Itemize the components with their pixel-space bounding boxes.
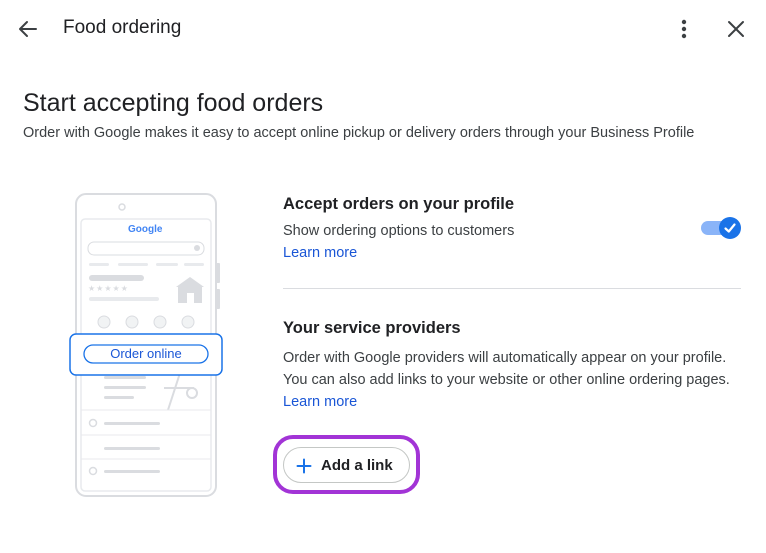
accept-orders-description: Show ordering options to customers [283,223,515,239]
illustration-order-online-label: Order online [110,346,182,361]
add-link-label: Add a link [321,457,393,474]
back-button[interactable] [12,13,44,45]
accept-orders-learn-more-link[interactable]: Learn more [283,245,357,261]
service-providers-paragraph: Order with Google providers will automat… [283,347,741,413]
close-icon [728,21,744,37]
more-options-button[interactable] [668,13,700,45]
service-providers-title: Your service providers [283,319,461,337]
check-icon [724,223,736,233]
illustration-rating-stars: ★★★★★ [88,284,129,293]
dialog-title: Food ordering [63,17,182,38]
close-button[interactable] [720,13,752,45]
page-title: Start accepting food orders [23,89,324,117]
service-providers-learn-more-link[interactable]: Learn more [283,394,357,410]
phone-illustration: Google ★★★★★ Order online [68,193,228,499]
arrow-back-icon [19,21,37,37]
add-link-button[interactable]: Add a link [283,447,410,483]
accept-orders-toggle[interactable] [700,215,742,239]
dialog-header: Food ordering [0,0,766,58]
service-providers-description: Order with Google providers will automat… [283,350,730,388]
accept-orders-title: Accept orders on your profile [283,195,515,213]
more-vert-icon [681,19,687,39]
toggle-knob [719,217,741,239]
page-subtitle: Order with Google makes it easy to accep… [23,125,695,141]
illustration-google-brand: Google [128,224,163,235]
plus-icon [296,458,312,474]
section-divider [283,288,741,289]
